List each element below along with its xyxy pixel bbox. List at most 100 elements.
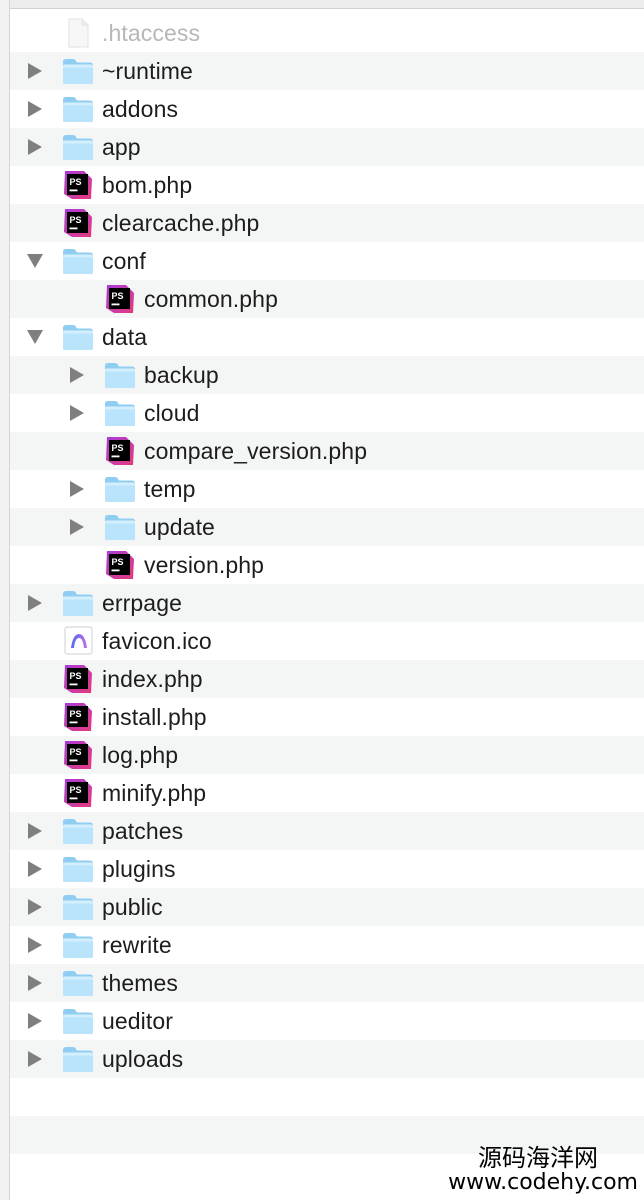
file-name-label: cloud bbox=[144, 400, 200, 426]
file-row[interactable]: rewrite bbox=[10, 926, 644, 964]
file-name-label: install.php bbox=[102, 704, 207, 730]
file-list: .htaccess ~runtime addons app PS bom.php PS cle… bbox=[10, 14, 644, 1192]
folder-icon bbox=[62, 854, 94, 884]
watermark-name: 源码海洋网 bbox=[478, 1143, 598, 1172]
phpstorm-icon: PS bbox=[62, 702, 94, 732]
document-icon bbox=[62, 18, 94, 48]
file-row[interactable]: data bbox=[10, 318, 644, 356]
svg-text:PS: PS bbox=[112, 443, 124, 453]
file-row[interactable]: PS bom.php bbox=[10, 166, 644, 204]
svg-text:PS: PS bbox=[112, 291, 124, 301]
file-name-label: plugins bbox=[102, 856, 176, 882]
folder-icon bbox=[62, 132, 94, 162]
file-name-label: app bbox=[102, 134, 141, 160]
folder-icon bbox=[62, 968, 94, 998]
disclosure-collapsed-icon[interactable] bbox=[22, 128, 48, 166]
folder-icon bbox=[62, 1006, 94, 1036]
file-name-label: minify.php bbox=[102, 780, 207, 806]
file-row[interactable]: PS common.php bbox=[10, 280, 644, 318]
file-row[interactable]: cloud bbox=[10, 394, 644, 432]
folder-icon bbox=[104, 398, 136, 428]
file-row[interactable]: errpage bbox=[10, 584, 644, 622]
disclosure-expanded-icon[interactable] bbox=[22, 318, 48, 356]
disclosure-collapsed-icon[interactable] bbox=[64, 470, 90, 508]
file-name-label: backup bbox=[144, 362, 219, 388]
file-name-label: version.php bbox=[144, 552, 265, 578]
phpstorm-icon: PS bbox=[104, 284, 136, 314]
file-name-label: update bbox=[144, 514, 215, 540]
file-row[interactable]: favicon.ico bbox=[10, 622, 644, 660]
finder-window: .htaccess ~runtime addons app PS bom.php PS cle… bbox=[0, 0, 644, 1200]
file-row[interactable]: PS install.php bbox=[10, 698, 644, 736]
svg-text:PS: PS bbox=[70, 177, 82, 187]
folder-icon bbox=[104, 360, 136, 390]
disclosure-collapsed-icon[interactable] bbox=[64, 356, 90, 394]
file-name-label: ~runtime bbox=[102, 58, 193, 84]
window-left-edge bbox=[0, 0, 10, 1200]
folder-icon bbox=[62, 94, 94, 124]
folder-icon bbox=[62, 816, 94, 846]
disclosure-collapsed-icon[interactable] bbox=[22, 964, 48, 1002]
file-row[interactable]: app bbox=[10, 128, 644, 166]
folder-icon bbox=[104, 474, 136, 504]
disclosure-expanded-icon[interactable] bbox=[22, 242, 48, 280]
file-name-label: temp bbox=[144, 476, 196, 502]
disclosure-collapsed-icon[interactable] bbox=[22, 926, 48, 964]
file-row[interactable]: patches bbox=[10, 812, 644, 850]
file-name-label: conf bbox=[102, 248, 146, 274]
file-row[interactable]: temp bbox=[10, 470, 644, 508]
file-row[interactable]: PS index.php bbox=[10, 660, 644, 698]
disclosure-collapsed-icon[interactable] bbox=[22, 52, 48, 90]
file-row[interactable]: addons bbox=[10, 90, 644, 128]
svg-text:PS: PS bbox=[70, 215, 82, 225]
empty-row bbox=[10, 1078, 644, 1116]
svg-text:PS: PS bbox=[112, 557, 124, 567]
phpstorm-icon: PS bbox=[62, 664, 94, 694]
folder-icon bbox=[62, 588, 94, 618]
disclosure-collapsed-icon[interactable] bbox=[22, 90, 48, 128]
window-top-edge bbox=[0, 0, 644, 9]
file-name-label: log.php bbox=[102, 742, 179, 768]
file-name-label: .htaccess bbox=[102, 20, 201, 46]
file-row[interactable]: PS version.php bbox=[10, 546, 644, 584]
file-row[interactable]: uploads bbox=[10, 1040, 644, 1078]
file-row[interactable]: themes bbox=[10, 964, 644, 1002]
file-row[interactable]: ueditor bbox=[10, 1002, 644, 1040]
file-name-label: data bbox=[102, 324, 148, 350]
file-name-label: favicon.ico bbox=[102, 628, 212, 654]
folder-icon bbox=[62, 930, 94, 960]
file-row[interactable]: backup bbox=[10, 356, 644, 394]
svg-text:PS: PS bbox=[70, 747, 82, 757]
disclosure-collapsed-icon[interactable] bbox=[64, 508, 90, 546]
file-row[interactable]: PS log.php bbox=[10, 736, 644, 774]
phpstorm-icon: PS bbox=[62, 170, 94, 200]
file-row[interactable]: .htaccess bbox=[10, 14, 644, 52]
phpstorm-icon: PS bbox=[62, 740, 94, 770]
file-name-label: addons bbox=[102, 96, 179, 122]
disclosure-collapsed-icon[interactable] bbox=[22, 888, 48, 926]
file-row[interactable]: plugins bbox=[10, 850, 644, 888]
phpstorm-icon: PS bbox=[104, 550, 136, 580]
svg-text:PS: PS bbox=[70, 671, 82, 681]
svg-text:PS: PS bbox=[70, 709, 82, 719]
file-row[interactable]: conf bbox=[10, 242, 644, 280]
file-name-label: compare_version.php bbox=[144, 438, 368, 464]
disclosure-collapsed-icon[interactable] bbox=[22, 1040, 48, 1078]
file-row[interactable]: PS compare_version.php bbox=[10, 432, 644, 470]
folder-icon bbox=[104, 512, 136, 542]
disclosure-collapsed-icon[interactable] bbox=[64, 394, 90, 432]
file-row[interactable]: PS minify.php bbox=[10, 774, 644, 812]
phpstorm-icon: PS bbox=[62, 778, 94, 808]
file-row[interactable]: ~runtime bbox=[10, 52, 644, 90]
disclosure-collapsed-icon[interactable] bbox=[22, 850, 48, 888]
file-row[interactable]: update bbox=[10, 508, 644, 546]
file-row[interactable]: public bbox=[10, 888, 644, 926]
file-name-label: index.php bbox=[102, 666, 203, 692]
disclosure-collapsed-icon[interactable] bbox=[22, 812, 48, 850]
folder-icon bbox=[62, 322, 94, 352]
file-name-label: bom.php bbox=[102, 172, 193, 198]
file-row[interactable]: PS clearcache.php bbox=[10, 204, 644, 242]
disclosure-collapsed-icon[interactable] bbox=[22, 584, 48, 622]
disclosure-collapsed-icon[interactable] bbox=[22, 1002, 48, 1040]
phpstorm-icon: PS bbox=[62, 208, 94, 238]
